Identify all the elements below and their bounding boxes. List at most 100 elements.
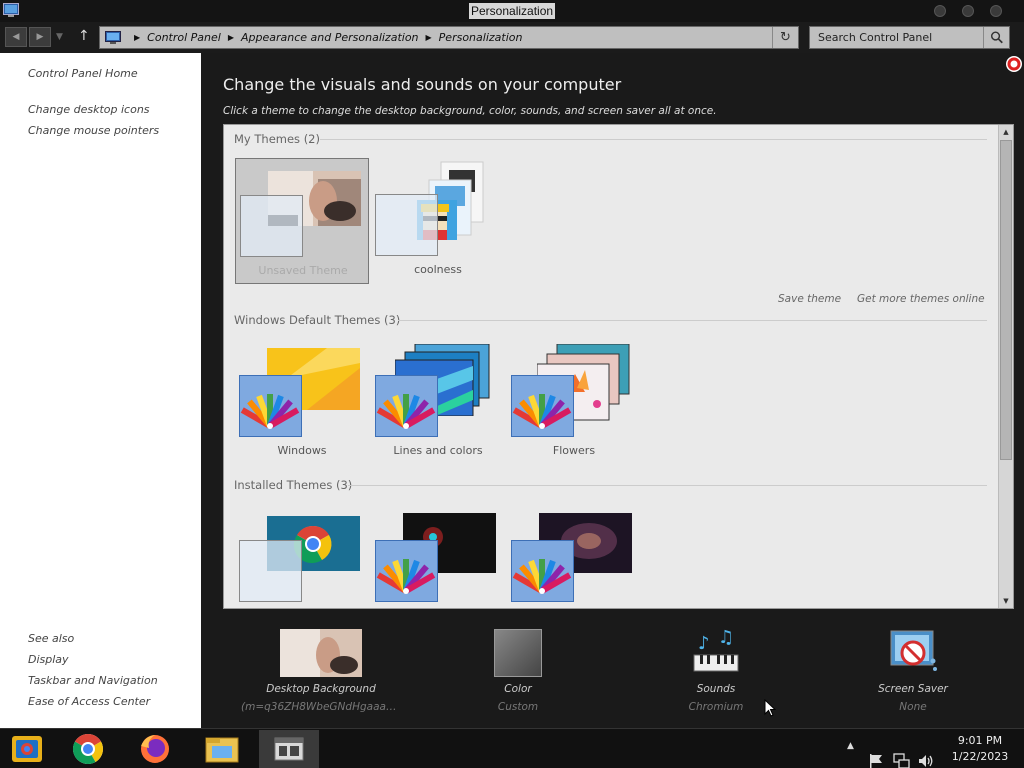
search-input[interactable] [810,27,984,48]
system-clock[interactable]: 9:01 PM 1/22/2023 [944,733,1016,765]
scroll-down-arrow-icon[interactable]: ▼ [999,594,1013,608]
up-arrow-icon[interactable]: ↑ [78,28,90,44]
breadcrumb-appearance[interactable]: Appearance and Personalization [241,31,419,44]
refresh-button[interactable]: ↻ [772,27,798,48]
theme-color-swatch [239,375,302,437]
setting-name: Screen Saver [878,683,948,695]
personalization-icon [3,3,19,17]
theme-lines-and-colors[interactable]: Lines and colors [371,339,505,465]
theme-chrome[interactable] [235,505,369,608]
window-title: Personalization [469,3,556,19]
see-also-heading: See also [28,632,75,645]
change-desktop-icons-link[interactable]: Change desktop icons [28,103,150,116]
breadcrumb-personalization[interactable]: Personalization [439,31,523,44]
display-link[interactable]: Display [28,653,69,666]
theme-list-scrollbar[interactable]: ▲ ▼ [998,125,1013,608]
desktop-background-setting[interactable]: Desktop Background (m=q36ZH8WbeGNdHgaaaa… [241,627,401,717]
taskbar-navigation-link[interactable]: Taskbar and Navigation [28,674,158,687]
theme-color-swatch [511,540,574,602]
maximize-button[interactable] [962,5,974,17]
network-icon[interactable] [893,741,910,768]
theme-flowers[interactable]: Flowers [507,339,641,465]
search-icon[interactable] [983,27,1009,48]
color-swatch-icon [494,629,542,677]
setting-value: (m=q36ZH8WbeGNdHgaaaa)(mh=J... [241,701,401,713]
control-panel-icon [105,31,121,44]
theme-dark-1[interactable] [371,505,505,608]
color-fan-icon [240,394,300,429]
section-divider [398,320,987,321]
theme-label: Unsaved Theme [258,264,348,277]
main-pane: Change the visuals and sounds on your co… [201,53,1024,728]
theme-unsaved[interactable]: Unsaved Theme [235,158,369,284]
theme-dark-2[interactable] [507,505,641,608]
address-row: ◀ ▶ ▼ ↑ ▶ Control Panel ▶ Appearance and… [0,22,1024,53]
chrome-taskbar-icon[interactable] [58,730,118,768]
save-theme-link[interactable]: Save theme [778,293,841,305]
installed-themes-title: Installed Themes (3) [234,478,353,492]
theme-color-swatch [240,195,303,257]
chevron-right-icon: ▶ [425,33,432,42]
help-icon[interactable] [1006,56,1022,72]
section-divider [348,485,987,486]
svg-text:♫: ♫ [718,629,734,648]
taskbar: ▲ 9:01 PM 1/22/2023 [0,728,1024,768]
theme-label: Windows [277,444,327,457]
setting-name: Sounds [696,683,736,695]
color-fan-icon [376,559,436,594]
volume-icon[interactable] [918,741,934,768]
scroll-thumb[interactable] [1000,140,1012,460]
breadcrumb-control-panel[interactable]: Control Panel [147,31,221,44]
search-box [809,26,1010,49]
svg-text:♪: ♪ [698,633,710,654]
page-title: Change the visuals and sounds on your co… [223,75,622,94]
my-themes-title: My Themes (2) [234,132,320,146]
theme-color-swatch [375,375,438,437]
theme-windows[interactable]: Windows [235,339,369,465]
ease-of-access-link[interactable]: Ease of Access Center [28,695,150,708]
start-button-icon[interactable] [0,730,60,768]
sounds-icon: ♪ ♫ [693,629,739,672]
theme-coolness[interactable]: coolness [371,158,505,284]
color-fan-icon [376,394,436,429]
default-themes-title: Windows Default Themes (3) [234,313,401,327]
color-setting[interactable]: Color Custom [438,627,598,717]
screen-saver-icon [890,630,937,671]
control-panel-home-link[interactable]: Control Panel Home [28,67,138,80]
forward-button[interactable]: ▶ [29,27,51,47]
theme-list: My Themes (2) Unsaved Theme coolness Sav… [223,124,1014,609]
setting-value: None [899,701,927,713]
clock-time: 9:01 PM [957,734,1003,747]
forward-arrow-icon: ▶ [36,32,44,42]
theme-label: Flowers [552,444,596,457]
setting-value: Custom [497,701,539,713]
change-mouse-pointers-link[interactable]: Change mouse pointers [28,124,159,137]
minimize-button[interactable] [934,5,946,17]
action-center-flag-icon[interactable] [868,741,884,768]
get-more-themes-link[interactable]: Get more themes online [857,293,985,305]
screen-saver-setting[interactable]: Screen Saver None [833,627,993,717]
theme-color-swatch [239,540,302,602]
section-divider [320,139,987,140]
recent-pages-dropdown[interactable]: ▼ [56,32,63,42]
mouse-cursor-icon [764,699,776,717]
back-button[interactable]: ◀ [5,27,27,47]
close-button[interactable] [990,5,1002,17]
scroll-up-arrow-icon[interactable]: ▲ [999,125,1013,139]
breadcrumb: ▶ Control Panel ▶ Appearance and Persona… [105,27,522,48]
color-fan-icon [512,559,572,594]
desktop-background-thumbnail [280,629,362,677]
address-bar[interactable]: ▶ Control Panel ▶ Appearance and Persona… [99,26,799,49]
back-arrow-icon: ◀ [12,32,20,42]
clock-date: 1/22/2023 [951,750,1009,763]
page-subtitle: Click a theme to change the desktop back… [223,105,717,117]
theme-color-swatch [375,194,438,256]
firefox-taskbar-icon[interactable] [125,730,185,768]
show-hidden-icons-chevron-icon[interactable]: ▲ [847,741,854,768]
theme-label: coolness [414,263,462,276]
file-explorer-taskbar-icon[interactable] [192,730,252,768]
setting-name: Color [504,683,532,695]
theme-label: Lines and colors [393,444,483,457]
control-panel-taskbar-icon[interactable] [259,730,319,768]
title-bar: Personalization [0,0,1024,22]
